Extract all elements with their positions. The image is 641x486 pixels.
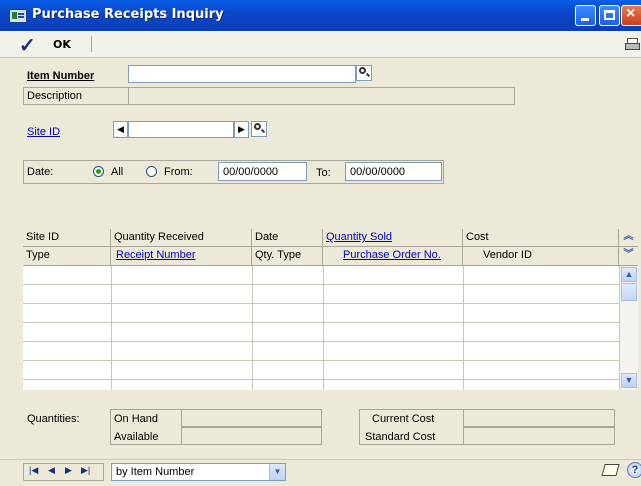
site-id-prev-button[interactable]: ◀ <box>113 121 128 138</box>
scroll-up-button[interactable]: ▲ <box>621 267 637 282</box>
minimize-button[interactable] <box>575 5 596 26</box>
scroll-down-button[interactable]: ▼ <box>621 373 637 388</box>
site-id-link[interactable]: Site ID <box>27 126 60 139</box>
col-qty-type-header: Qty. Type <box>252 247 323 266</box>
col-quantity-received-header: Quantity Received <box>111 229 252 247</box>
col-date-header: Date <box>252 229 323 247</box>
maximize-button[interactable] <box>599 5 620 26</box>
col-site-id-header: Site ID <box>23 229 111 247</box>
chevron-down-icon[interactable]: ▼ <box>269 464 285 480</box>
table-row[interactable] <box>23 380 619 390</box>
next-record-button[interactable]: ▶ <box>65 465 72 476</box>
site-id-next-button[interactable]: ▶ <box>234 121 249 138</box>
current-cost-label: Current Cost <box>372 413 435 425</box>
printer-icon[interactable] <box>625 38 640 50</box>
help-icon[interactable]: ? <box>627 462 641 478</box>
to-label: To: <box>316 167 331 179</box>
date-label: Date: <box>27 166 54 178</box>
previous-record-button[interactable]: ◀ <box>48 465 55 476</box>
site-id-input[interactable] <box>128 121 234 138</box>
on-hand-label: On Hand <box>114 413 159 425</box>
grid-column-divider <box>463 266 464 390</box>
col-vendor-id-header: Vendor ID <box>463 247 619 266</box>
title-bar[interactable]: Purchase Receipts Inquiry × <box>0 0 641 31</box>
table-row[interactable] <box>23 342 619 361</box>
from-radio-label[interactable]: From: <box>164 166 193 179</box>
expand-rows-button[interactable]: ︾ <box>619 247 638 266</box>
window-app-icon <box>9 9 27 23</box>
description-field <box>128 87 515 105</box>
record-navigation: |◀ ◀ ▶ ▶| <box>23 463 104 481</box>
to-date-input[interactable]: 00/00/0000 <box>345 162 442 181</box>
item-number-input[interactable] <box>128 65 356 83</box>
scroll-thumb[interactable] <box>621 283 637 301</box>
last-record-button[interactable]: ▶| <box>81 465 90 476</box>
purchase-receipts-inquiry-window: Purchase Receipts Inquiry × ✓ OK Item Nu… <box>0 0 641 486</box>
col-quantity-sold-header[interactable]: Quantity Sold <box>323 229 463 247</box>
maximize-icon <box>604 10 615 20</box>
standard-cost-label: Standard Cost <box>365 431 436 443</box>
collapse-rows-button[interactable]: ︽ <box>619 229 638 247</box>
site-id-lookup-button[interactable] <box>251 121 267 137</box>
minimize-icon <box>581 18 589 21</box>
all-radio[interactable] <box>93 166 104 177</box>
window-title: Purchase Receipts Inquiry <box>32 7 224 22</box>
toolbar-divider <box>91 36 92 52</box>
grid-body <box>23 266 619 390</box>
receipts-grid: Site ID Quantity Received Date Quantity … <box>23 229 638 390</box>
note-icon[interactable] <box>602 463 618 477</box>
ok-button[interactable]: OK <box>53 38 71 51</box>
col-type-header: Type <box>23 247 111 266</box>
table-row[interactable] <box>23 285 619 304</box>
first-record-button[interactable]: |◀ <box>29 465 38 476</box>
grid-header-row-2: Type Receipt Number Qty. Type Purchase O… <box>23 247 638 266</box>
close-icon: × <box>626 5 636 22</box>
col-receipt-number-header[interactable]: Receipt Number <box>111 247 252 266</box>
table-row[interactable] <box>23 323 619 342</box>
col-purchase-order-no-header[interactable]: Purchase Order No. <box>323 247 463 266</box>
current-cost-field <box>463 409 615 427</box>
from-date-input[interactable]: 00/00/0000 <box>218 162 307 181</box>
sort-order-select[interactable]: by Item Number ▼ <box>111 463 286 481</box>
grid-column-divider <box>111 266 112 390</box>
close-button[interactable]: × <box>621 5 641 26</box>
grid-column-divider <box>323 266 324 390</box>
quantities-label: Quantities: <box>27 413 80 425</box>
checkmark-icon[interactable]: ✓ <box>19 33 36 58</box>
grid-column-divider <box>252 266 253 390</box>
description-label: Description <box>27 90 83 102</box>
on-hand-field <box>181 409 322 427</box>
standard-cost-field <box>463 427 615 445</box>
col-cost-header: Cost <box>463 229 619 247</box>
all-radio-label[interactable]: All <box>111 166 123 179</box>
available-field <box>181 427 322 445</box>
from-radio[interactable] <box>146 166 157 177</box>
sort-order-value: by Item Number <box>116 466 195 478</box>
toolbar <box>0 31 641 58</box>
grid-vertical-scrollbar[interactable]: ▲ ▼ <box>619 266 638 390</box>
available-label: Available <box>114 431 159 443</box>
item-number-label: Item Number <box>27 70 95 82</box>
table-row[interactable] <box>23 361 619 380</box>
table-row[interactable] <box>23 304 619 323</box>
table-row[interactable] <box>23 266 619 285</box>
grid-header-row-1: Site ID Quantity Received Date Quantity … <box>23 229 638 247</box>
item-number-lookup-button[interactable] <box>356 65 372 81</box>
